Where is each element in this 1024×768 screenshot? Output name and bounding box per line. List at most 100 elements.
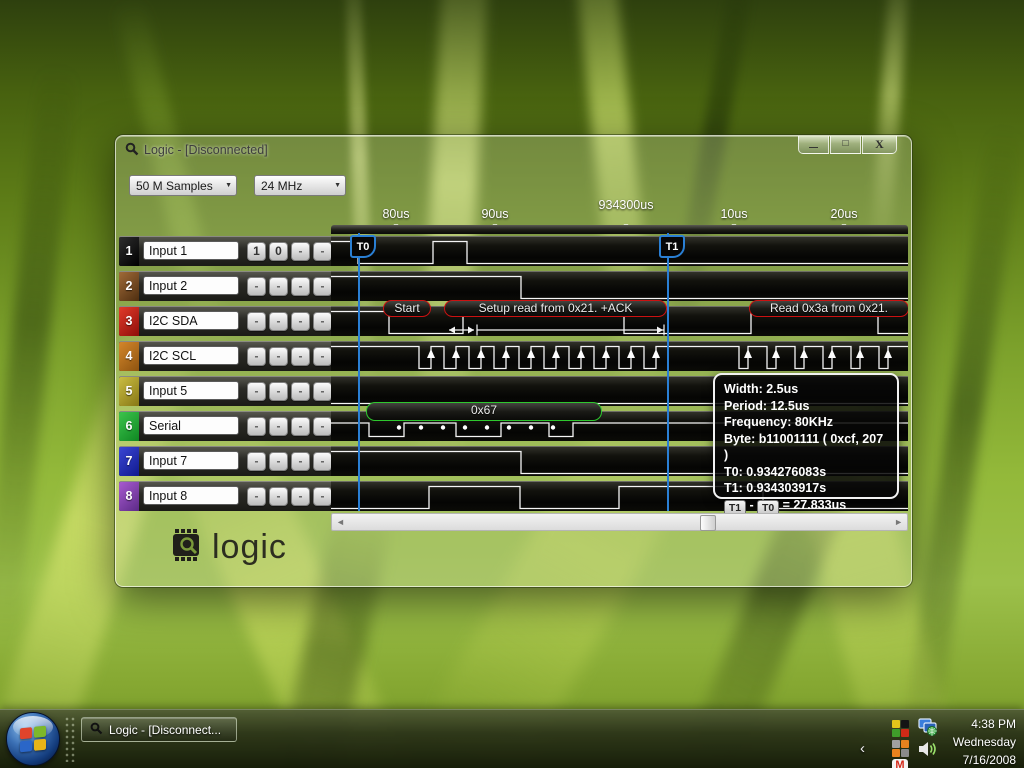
chevron-down-icon: ▼ xyxy=(334,182,341,189)
title-bar[interactable]: Logic - [Disconnected] — □ X xyxy=(116,136,911,162)
task-button-label: Logic - [Disconnect... xyxy=(109,722,222,737)
scroll-right-icon[interactable]: ► xyxy=(894,515,903,530)
timeline-label: 90us xyxy=(481,207,509,221)
tray-color-grid-icon[interactable] xyxy=(892,720,909,737)
channel-trigger-button[interactable]: - xyxy=(269,312,288,331)
magnifier-task-icon xyxy=(90,722,103,738)
channel-trigger-button[interactable]: - xyxy=(291,347,310,366)
channel-trigger-button[interactable]: - xyxy=(247,382,266,401)
chip-magnifier-icon xyxy=(166,525,206,570)
start-button[interactable] xyxy=(6,712,60,766)
channel-trigger-button[interactable]: - xyxy=(247,312,266,331)
samples-dropdown-value: 50 M Samples xyxy=(136,179,213,193)
app-window: Logic - [Disconnected] — □ X 50 M Sample… xyxy=(114,134,913,588)
waveform-row[interactable] xyxy=(331,236,908,266)
channel-trigger-button[interactable]: - xyxy=(291,452,310,471)
channel-label-input[interactable] xyxy=(143,241,239,260)
channel-row: 6---- xyxy=(119,411,332,441)
rate-dropdown[interactable]: 24 MHz ▼ xyxy=(254,175,346,196)
time-marker-line[interactable] xyxy=(667,233,669,511)
channel-trigger-button[interactable]: - xyxy=(247,277,266,296)
channel-trigger-button[interactable]: - xyxy=(247,452,266,471)
channel-label-input[interactable] xyxy=(143,416,239,435)
channel-trigger-button[interactable]: - xyxy=(269,277,288,296)
channel-trigger-button[interactable]: - xyxy=(313,452,332,471)
channel-number: 4 xyxy=(119,342,139,371)
scroll-left-icon[interactable]: ◄ xyxy=(336,515,345,530)
channel-trigger-button[interactable]: - xyxy=(291,487,310,506)
rate-dropdown-value: 24 MHz xyxy=(261,179,303,193)
quick-launch-grip[interactable] xyxy=(64,716,76,762)
taskbar-clock[interactable]: 4:38 PM Wednesday 7/16/2008 xyxy=(953,715,1016,768)
t0-marker-button[interactable]: T0 xyxy=(757,499,780,513)
tray-app-grid-icon[interactable] xyxy=(892,740,909,757)
channel-label-input[interactable] xyxy=(143,346,239,365)
system-tray: ‹ M 4:38 PM Wednesday 7/16/2008 xyxy=(860,710,1024,768)
channel-label-input[interactable] xyxy=(143,381,239,400)
maximize-button[interactable]: □ xyxy=(830,136,861,154)
channel-trigger-button[interactable]: - xyxy=(291,312,310,331)
minimize-button[interactable]: — xyxy=(798,136,829,154)
samples-dropdown[interactable]: 50 M Samples ▼ xyxy=(129,175,237,196)
channel-trigger-button[interactable]: - xyxy=(291,277,310,296)
taskbar: Logic - [Disconnect... ‹ M 4:38 PM Wedne… xyxy=(0,709,1024,768)
waveform-row[interactable] xyxy=(331,341,908,371)
channel-trigger-button[interactable]: - xyxy=(247,487,266,506)
channel-trigger-button[interactable]: - xyxy=(313,487,332,506)
decoded-protocol-bubble: Setup read from 0x21. +ACK xyxy=(444,300,667,317)
channel-trigger-button[interactable]: - xyxy=(269,417,288,436)
horizontal-scrollbar[interactable]: ◄ ► xyxy=(331,513,908,531)
channel-number: 8 xyxy=(119,482,139,511)
windows-flag-icon xyxy=(20,725,46,753)
channel-trigger-button[interactable]: - xyxy=(313,312,332,331)
logo-wordmark: logic xyxy=(212,527,287,566)
channel-trigger-button[interactable]: - xyxy=(269,347,288,366)
channel-trigger-button[interactable]: - xyxy=(313,242,332,261)
tooltip-line: T0: 0.934276083s xyxy=(724,464,827,479)
time-marker-tag[interactable]: T0 xyxy=(350,235,376,258)
scrollbar-thumb[interactable] xyxy=(700,515,716,531)
t1-marker-button[interactable]: T1 xyxy=(724,499,746,513)
channel-trigger-button[interactable]: - xyxy=(291,242,310,261)
flag-quadrant xyxy=(34,738,46,751)
tray-volume-icon[interactable] xyxy=(918,741,938,762)
taskbar-task-button[interactable]: Logic - [Disconnect... xyxy=(81,717,237,742)
tray-network-icon[interactable] xyxy=(918,718,938,742)
time-marker-line[interactable] xyxy=(358,233,360,511)
channel-label-input[interactable] xyxy=(143,276,239,295)
channel-label-input[interactable] xyxy=(143,451,239,470)
tray-mail-icon[interactable]: M xyxy=(892,759,908,768)
decoded-protocol-bubble: Start xyxy=(383,300,431,317)
waveform-row[interactable] xyxy=(331,271,908,301)
time-marker-tag[interactable]: T1 xyxy=(659,235,685,258)
channel-trigger-button[interactable]: - xyxy=(269,382,288,401)
channel-trigger-button[interactable]: - xyxy=(313,347,332,366)
channel-trigger-button[interactable]: - xyxy=(291,382,310,401)
channel-trigger-button[interactable]: - xyxy=(291,417,310,436)
channel-trigger-button[interactable]: - xyxy=(269,487,288,506)
channel-row: 7---- xyxy=(119,446,332,476)
tooltip-line: Width: 2.5us xyxy=(724,382,799,396)
delta-result: = 27.833us xyxy=(779,497,847,512)
channel-label-input[interactable] xyxy=(143,311,239,330)
channel-row: 8---- xyxy=(119,481,332,511)
channel-trigger-button[interactable]: 0 xyxy=(269,242,288,261)
channel-trigger-button[interactable]: 1 xyxy=(247,242,266,261)
clock-day: Wednesday xyxy=(952,735,1016,749)
chevron-down-icon: ▼ xyxy=(225,182,232,189)
grass-blade xyxy=(900,120,1024,760)
channel-trigger-button[interactable]: - xyxy=(313,417,332,436)
tray-expand-chevron[interactable]: ‹ xyxy=(860,740,865,757)
channel-trigger-button[interactable]: - xyxy=(313,382,332,401)
waveform-panel[interactable]: T0 T1 Start Setup read from 0x21. +ACK Read … xyxy=(331,229,908,513)
flag-quadrant xyxy=(20,740,32,753)
timeline-label: 80us xyxy=(382,207,410,221)
channel-label-input[interactable] xyxy=(143,486,239,505)
channel-trigger-button[interactable]: - xyxy=(313,277,332,296)
channel-row: 3---- xyxy=(119,306,332,336)
channel-trigger-button[interactable]: - xyxy=(247,417,266,436)
channel-trigger-button[interactable]: - xyxy=(247,347,266,366)
channel-trigger-button[interactable]: - xyxy=(269,452,288,471)
tooltip-line: Period: 12.5us xyxy=(724,398,810,413)
close-button[interactable]: X xyxy=(862,136,897,154)
